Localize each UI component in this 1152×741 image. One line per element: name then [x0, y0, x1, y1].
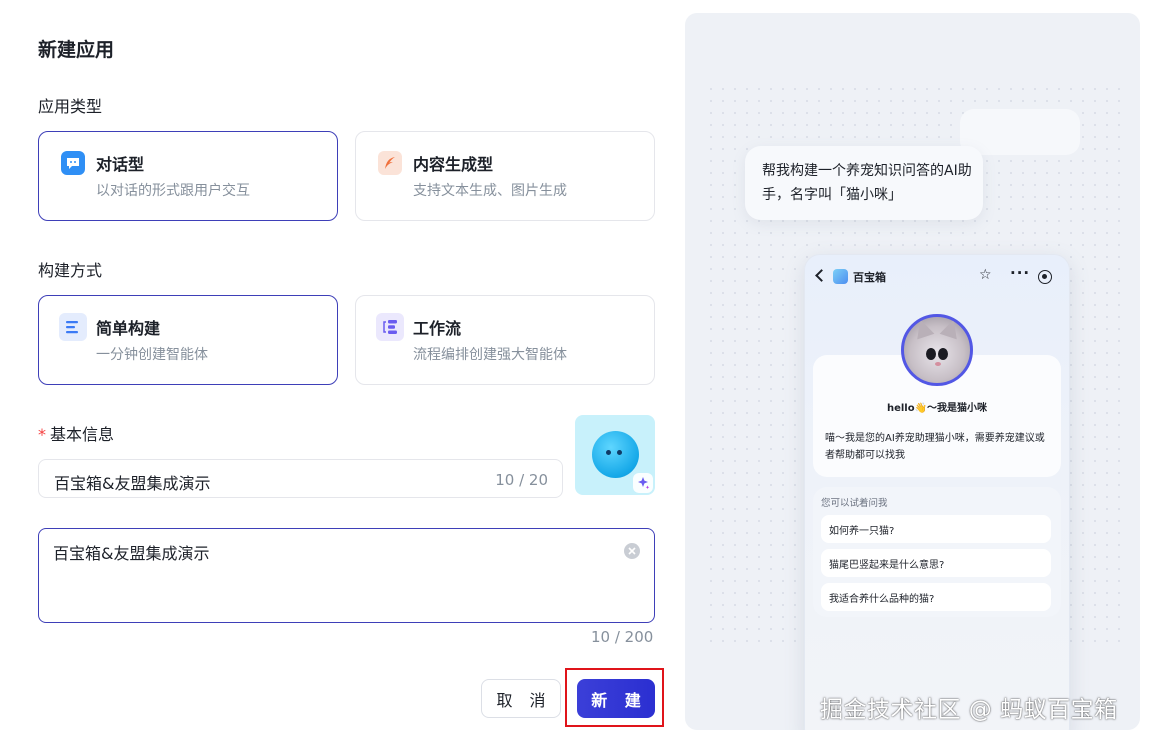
- suggestion-item: 如何养一只猫?: [821, 515, 1051, 543]
- phone-header: 百宝箱 ☆ ···: [805, 264, 1069, 289]
- watermark: 掘金技术社区 @ 蚂蚁百宝箱: [820, 697, 1118, 723]
- cancel-button[interactable]: 取 消: [481, 679, 561, 718]
- phone-app-name: 百宝箱: [853, 271, 886, 284]
- preview-panel: 帮我构建一个养宠知识问答的AI助手，名字叫「猫小咪」 百宝箱 ☆ ··· hel…: [685, 13, 1140, 730]
- more-icon: ···: [1010, 264, 1031, 282]
- build-mode-label: 构建方式: [38, 261, 103, 280]
- feather-icon: [378, 151, 402, 175]
- app-name-counter: 10 / 20: [495, 471, 548, 489]
- suggest-header: 您可以试着问我: [821, 498, 888, 509]
- workflow-icon: [376, 313, 404, 341]
- page-title: 新建应用: [38, 39, 115, 61]
- app-desc-textarea[interactable]: 百宝箱&友盟集成演示: [38, 528, 655, 623]
- cat-avatar: [901, 314, 973, 386]
- phone-mockup: 百宝箱 ☆ ··· hello👋～我是猫小咪 喵～我是您的AI养宠助理猫小咪，需…: [804, 254, 1070, 730]
- card-desc: 一分钟创建智能体: [96, 347, 208, 363]
- greeting-text: hello👋～我是猫小咪: [886, 403, 988, 414]
- star-icon: ☆: [979, 267, 992, 283]
- card-desc: 支持文本生成、图片生成: [413, 183, 567, 199]
- record-icon: [1038, 270, 1052, 284]
- card-title: 对话型: [96, 155, 145, 174]
- card-title: 工作流: [413, 319, 462, 338]
- app-name-value: 百宝箱&友盟集成演示: [54, 474, 211, 493]
- suggestion-item: 猫尾巴竖起来是什么意思?: [821, 549, 1051, 577]
- build-simple-card[interactable]: 简单构建 一分钟创建智能体: [38, 295, 338, 385]
- avatar-ball: [592, 431, 639, 478]
- build-workflow-card[interactable]: 工作流 流程编排创建强大智能体: [355, 295, 655, 385]
- clear-icon[interactable]: [624, 543, 640, 559]
- ghost-bubble: [960, 109, 1080, 155]
- card-desc: 以对话的形式跟用户交互: [96, 183, 250, 199]
- card-desc: 流程编排创建强大智能体: [413, 347, 567, 363]
- app-desc-value: 百宝箱&友盟集成演示: [53, 544, 210, 563]
- basic-info-text: 基本信息: [50, 425, 115, 444]
- app-type-chat-card[interactable]: 对话型 以对话的形式跟用户交互: [38, 131, 338, 221]
- prompt-bubble: 帮我构建一个养宠知识问答的AI助手，名字叫「猫小咪」: [745, 146, 983, 220]
- suggestion-item: 我适合养什么品种的猫?: [821, 583, 1051, 611]
- basic-info-label: * 基本信息: [38, 421, 114, 445]
- prompt-text: 帮我构建一个养宠知识问答的AI助手，名字叫「猫小咪」: [762, 163, 972, 203]
- card-title: 内容生成型: [413, 155, 494, 174]
- back-icon: [815, 269, 828, 282]
- card-title: 简单构建: [96, 319, 161, 338]
- app-desc-counter: 10 / 200: [591, 628, 654, 646]
- chat-icon: [61, 151, 85, 175]
- intro-text: 喵～我是您的AI养宠助理猫小咪，需要养宠建议或者帮助都可以找我: [825, 433, 1045, 461]
- required-mark: *: [38, 425, 46, 444]
- app-type-label: 应用类型: [38, 97, 103, 116]
- list-icon: [59, 313, 87, 341]
- app-type-content-card[interactable]: 内容生成型 支持文本生成、图片生成: [355, 131, 655, 221]
- app-logo-icon: [833, 269, 848, 284]
- app-name-input[interactable]: 百宝箱&友盟集成演示 10 / 20: [38, 459, 563, 498]
- suggestions-panel: 您可以试着问我 如何养一只猫? 猫尾巴竖起来是什么意思? 我适合养什么品种的猫?: [813, 487, 1061, 617]
- app-avatar[interactable]: [575, 415, 655, 495]
- sparkle-icon[interactable]: [633, 473, 653, 493]
- highlight-box: [565, 668, 664, 727]
